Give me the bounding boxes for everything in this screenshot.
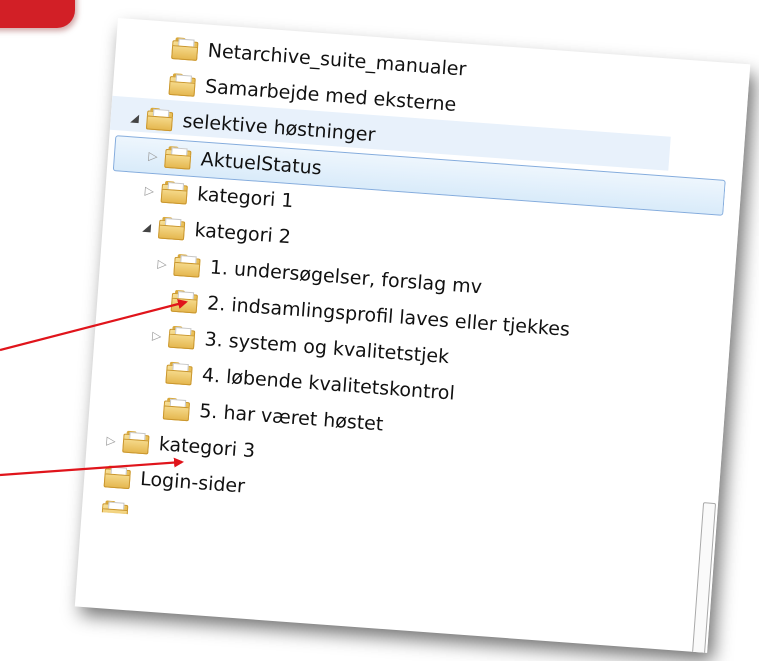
tree-item-label: kategori 1: [196, 183, 295, 213]
folder-icon: [168, 73, 197, 97]
triangle-collapsed-icon[interactable]: ▷: [148, 327, 165, 344]
folder-icon: [162, 397, 191, 422]
tree-item-label: AktuelStatus: [200, 148, 323, 180]
tree-item-label: kategori 2: [193, 219, 292, 249]
folder-icon: [167, 325, 196, 350]
folder-icon: [160, 180, 189, 205]
folder-icon: [122, 430, 150, 455]
triangle-collapsed-icon[interactable]: ▷: [141, 182, 158, 199]
explorer-screenshot: Netarchive_suite_manualer Samarbejde med…: [74, 18, 756, 661]
triangle-collapsed-icon[interactable]: ▷: [102, 432, 119, 449]
folder-icon: [101, 500, 129, 525]
tree-item-label: kategori 3: [158, 433, 256, 463]
folder-icon: [165, 361, 193, 386]
triangle-collapsed-icon[interactable]: ▷: [144, 147, 161, 164]
folder-icon: [171, 37, 199, 61]
folder-icon: [145, 107, 174, 132]
triangle-expanded-icon[interactable]: ◢: [138, 218, 155, 235]
folder-icon: [170, 289, 199, 314]
red-corner-decoration: [0, 0, 75, 28]
triangle-collapsed-icon[interactable]: ▷: [154, 255, 171, 272]
folder-icon: [164, 146, 192, 170]
tree-item-label: Login-sider: [139, 467, 246, 498]
triangle-expanded-icon[interactable]: ◢: [126, 109, 143, 126]
folder-tree: Netarchive_suite_manualer Samarbejde med…: [101, 18, 750, 525]
tree-item-label: selektive høstninger: [181, 110, 377, 147]
folder-icon: [157, 216, 186, 241]
folder-icon: [103, 465, 132, 490]
folder-icon: [173, 254, 201, 278]
folder-tree-panel: Netarchive_suite_manualer Samarbejde med…: [74, 18, 751, 653]
